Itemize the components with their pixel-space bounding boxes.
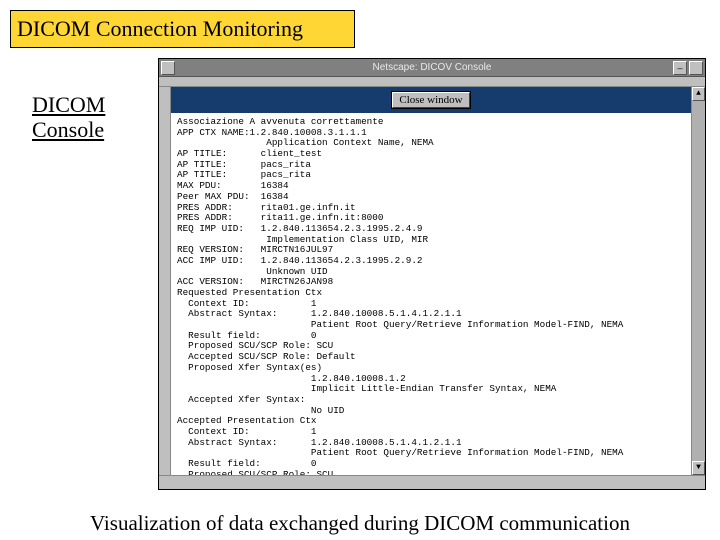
side-label-line1: DICOM: [32, 92, 105, 117]
slide-title: DICOM Connection Monitoring: [10, 10, 355, 48]
window-titlebar[interactable]: Netscape: DICOV Console –: [159, 59, 705, 77]
page-area: Close window Associazione A avvenuta cor…: [171, 87, 691, 475]
scrollbar-track[interactable]: [692, 101, 705, 461]
vertical-scrollbar[interactable]: ▲ ▼: [691, 87, 705, 475]
window-title-text: Netscape: DICOV Console: [373, 62, 492, 73]
page-header-bar: Close window: [171, 87, 691, 113]
dicom-log-output: Associazione A avvenuta correttamente AP…: [171, 113, 691, 475]
system-menu-icon[interactable]: [161, 61, 175, 75]
browser-toolbar: [159, 77, 705, 87]
minimize-button[interactable]: –: [673, 61, 687, 75]
slide-title-text: DICOM Connection Monitoring: [17, 16, 303, 42]
side-label: DICOM Console: [32, 92, 105, 143]
slide-caption: Visualization of data exchanged during D…: [0, 511, 720, 536]
content-row: Close window Associazione A avvenuta cor…: [159, 87, 705, 475]
side-label-line2: Console: [32, 117, 104, 142]
status-bar: [159, 475, 705, 489]
browser-window: Netscape: DICOV Console – Close window A…: [158, 58, 706, 490]
scroll-up-button[interactable]: ▲: [692, 87, 705, 101]
left-gutter: [159, 87, 171, 475]
close-window-button[interactable]: Close window: [392, 92, 469, 108]
maximize-button[interactable]: [689, 61, 703, 75]
slide-caption-text: Visualization of data exchanged during D…: [90, 511, 630, 535]
scroll-down-button[interactable]: ▼: [692, 461, 705, 475]
window-controls: –: [673, 61, 703, 75]
